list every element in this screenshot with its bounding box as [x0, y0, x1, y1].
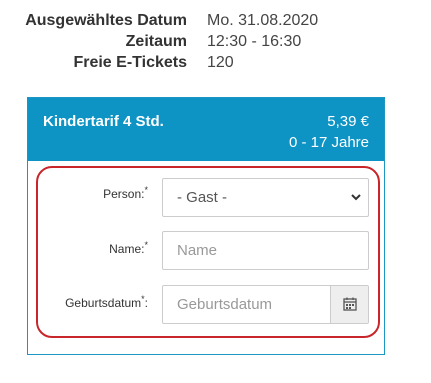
name-placeholder: Name	[177, 242, 218, 259]
person-label: Person:*	[103, 185, 148, 201]
person-label-text: Person:	[103, 187, 145, 201]
tarif-name: Kindertarif 4 Std.	[43, 113, 164, 130]
calendar-button[interactable]	[330, 286, 368, 323]
person-required-marker: *	[144, 185, 148, 195]
person-select-value: - Gast -	[177, 189, 228, 206]
tickets-row: Freie E-Tickets 120	[0, 54, 431, 75]
date-value: Mo. 31.08.2020	[207, 12, 319, 29]
birthdate-placeholder: Geburtsdatum	[177, 296, 273, 313]
birthdate-label-colon: :	[144, 296, 148, 310]
person-select[interactable]: - Gast -	[162, 178, 369, 217]
time-row: Zeitaum 12:30 - 16:30	[0, 33, 431, 54]
tarif-price: 5,39 €	[327, 113, 369, 130]
tickets-label: Freie E-Tickets	[73, 54, 187, 71]
tickets-value: 120	[207, 54, 234, 71]
booking-info: Ausgewähltes Datum Mo. 31.08.2020 Zeitau…	[0, 12, 431, 75]
birthdate-label-text: Geburtsdatum	[65, 296, 142, 310]
time-label: Zeitaum	[125, 33, 187, 50]
name-label-text: Name:	[109, 242, 145, 256]
name-required-marker: *	[144, 240, 148, 250]
birthdate-label: Geburtsdatum*:	[65, 294, 148, 310]
chevron-down-icon	[351, 194, 361, 201]
calendar-icon	[343, 297, 357, 311]
date-row: Ausgewähltes Datum Mo. 31.08.2020	[0, 12, 431, 33]
name-input[interactable]: Name	[162, 231, 369, 270]
birthdate-input[interactable]: Geburtsdatum	[162, 285, 369, 324]
name-label: Name:*	[109, 240, 148, 256]
date-label: Ausgewähltes Datum	[25, 12, 187, 29]
tarif-header: Kindertarif 4 Std. 5,39 € 0 - 17 Jahre	[28, 98, 384, 161]
tarif-age-range: 0 - 17 Jahre	[288, 134, 369, 151]
time-value: 12:30 - 16:30	[207, 33, 302, 50]
